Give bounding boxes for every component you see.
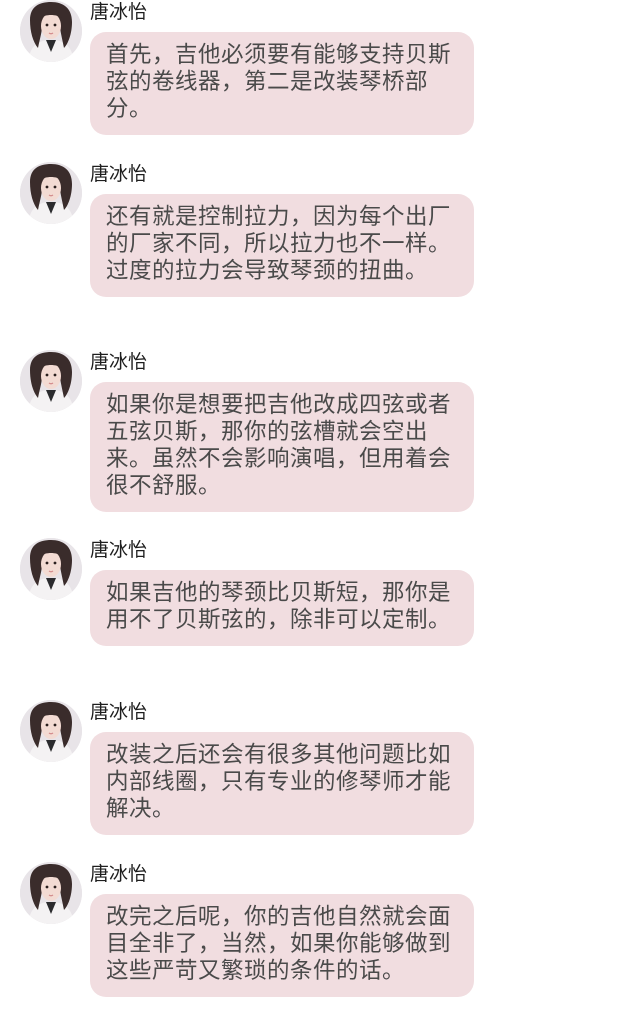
sender-name: 唐冰怡 [90,701,148,723]
avatar[interactable] [20,350,82,412]
message-bubble: 改装之后还会有很多其他问题比如内部线圈，只有专业的修琴师才能解决。 [90,732,474,835]
message-bubble: 首先，吉他必须要有能够支持贝斯弦的卷线器，第二是改装琴桥部分。 [90,32,474,135]
message-bubble: 还有就是控制拉力，因为每个出厂的厂家不同，所以拉力也不一样。过度的拉力会导致琴颈… [90,194,474,297]
sender-name: 唐冰怡 [90,163,148,185]
sender-name: 唐冰怡 [90,1,148,23]
avatar[interactable] [20,162,82,224]
sender-name: 唐冰怡 [90,351,148,373]
message-bubble: 改完之后呢，你的吉他自然就会面目全非了，当然，如果你能够做到这些严苛又繁琐的条件… [90,894,474,997]
message-bubble: 如果吉他的琴颈比贝斯短，那你是用不了贝斯弦的，除非可以定制。 [90,570,474,646]
avatar[interactable] [20,862,82,924]
avatar[interactable] [20,0,82,62]
sender-name: 唐冰怡 [90,539,148,561]
sender-name: 唐冰怡 [90,863,148,885]
message-bubble: 如果你是想要把吉他改成四弦或者五弦贝斯，那你的弦槽就会空出来。虽然不会影响演唱，… [90,382,474,512]
avatar[interactable] [20,700,82,762]
avatar[interactable] [20,538,82,600]
